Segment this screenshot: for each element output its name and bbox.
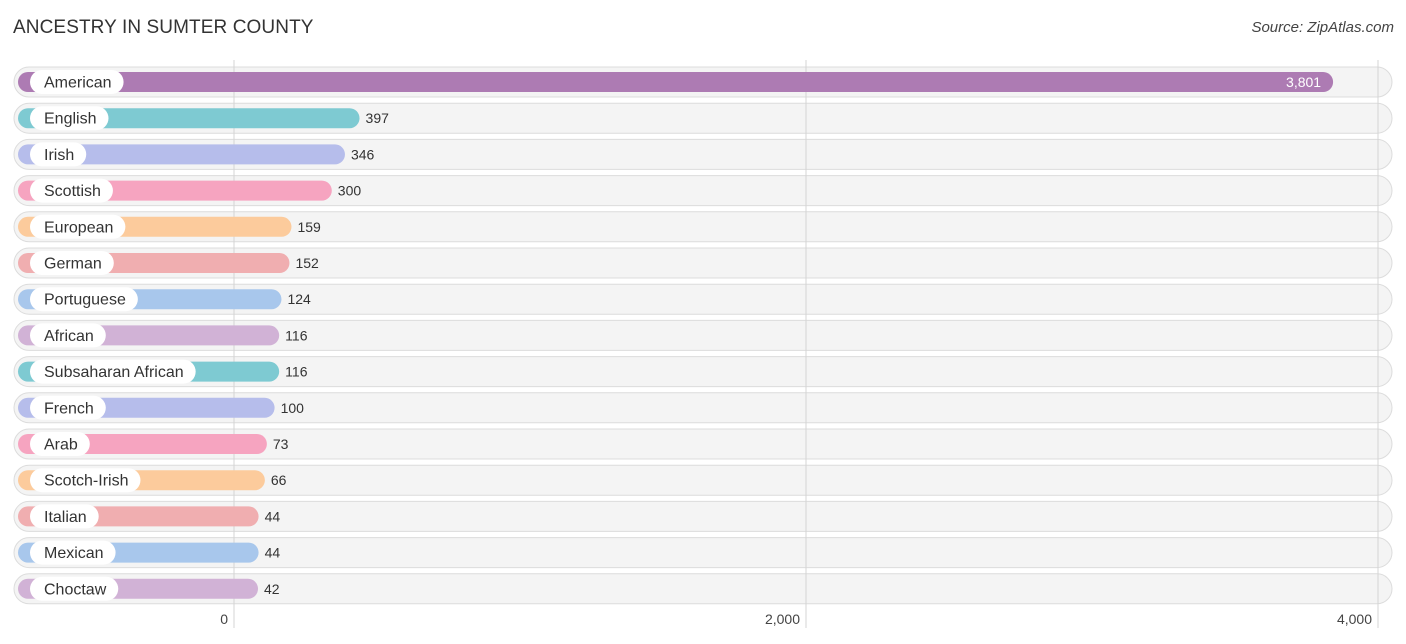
bar-row: Portuguese 124	[18, 287, 311, 312]
value-label: 116	[285, 327, 308, 343]
value-label: 346	[351, 146, 375, 162]
bar-row: Arab 73	[18, 432, 289, 456]
value-label: 152	[295, 255, 319, 271]
value-label: 66	[271, 472, 287, 488]
bar-row: Mexican 44	[18, 540, 281, 565]
category-label: German	[44, 256, 102, 273]
bar-row: Scottish 300	[18, 178, 362, 203]
value-label: 3,801	[1286, 74, 1321, 90]
value-label: 300	[338, 183, 362, 199]
category-label: American	[44, 75, 112, 92]
value-label: 397	[366, 110, 390, 126]
bar-row: English 397	[18, 106, 390, 131]
category-label: Choctaw	[44, 581, 107, 598]
bar-row: German 152	[18, 251, 319, 275]
bar-row: Irish 346	[18, 142, 375, 167]
category-label: English	[44, 111, 96, 128]
bar-row: Scotch-Irish 66	[18, 468, 287, 493]
value-label: 159	[297, 219, 321, 235]
value-label: 100	[281, 400, 305, 416]
x-tick-label: 4,000	[1337, 611, 1372, 627]
category-label: European	[44, 219, 113, 236]
value-label: 73	[273, 436, 289, 452]
value-label: 44	[265, 508, 281, 524]
x-tick-label: 2,000	[765, 611, 800, 627]
category-label: Scotch-Irish	[44, 473, 128, 490]
bar-row: European 159	[18, 214, 321, 239]
bar-row: Choctaw 42	[18, 576, 280, 601]
value-label: 124	[287, 291, 311, 307]
category-label: Irish	[44, 147, 74, 164]
category-label: Italian	[44, 509, 87, 526]
category-label: Portuguese	[44, 292, 126, 309]
bar-row: African 116	[18, 323, 308, 348]
value-label: 44	[265, 545, 281, 561]
category-label: Arab	[44, 437, 78, 454]
category-label: French	[44, 400, 94, 417]
category-label: African	[44, 328, 94, 345]
category-label: Mexican	[44, 545, 104, 562]
category-label: Subsaharan African	[44, 364, 184, 381]
value-label: 116	[285, 364, 308, 380]
bar-row: French 100	[18, 395, 305, 420]
bar-chart: American 3,801 English 397 Irish 346 Scottish 3…	[13, 60, 1393, 628]
bar	[18, 72, 1334, 92]
bar-row: Italian 44	[18, 504, 281, 529]
bar-row: Subsaharan African 116	[18, 359, 308, 384]
category-label: Scottish	[44, 183, 101, 200]
bar-row: American 3,801	[18, 70, 1334, 94]
value-label: 42	[264, 581, 280, 597]
x-axis-ticks: 0 2,000 4,000	[220, 611, 1372, 627]
x-tick-label: 0	[220, 611, 228, 627]
